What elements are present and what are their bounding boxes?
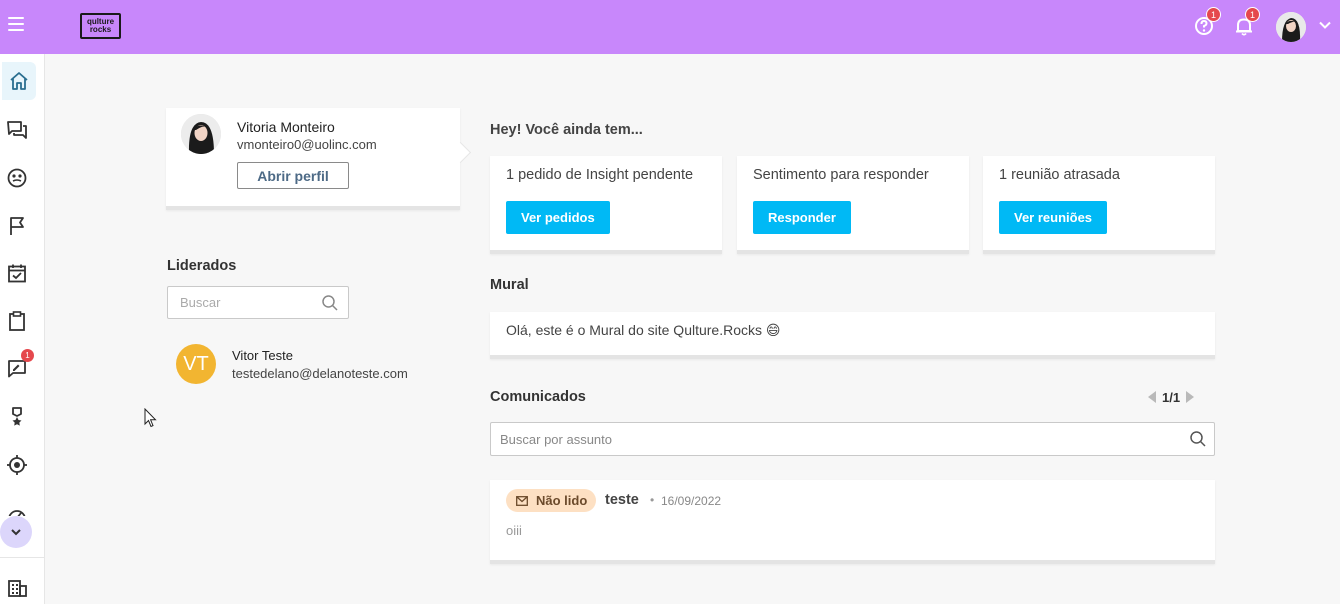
comunicado-item[interactable]: Não lido teste • 16/09/2022 oiii [490,480,1215,564]
liderado-item[interactable]: VT Vitor Teste testedelano@delanoteste.c… [176,344,436,384]
sidebar-item-company[interactable] [0,568,34,604]
unread-badge: Não lido [506,489,597,512]
view-requests-button[interactable]: Ver pedidos [506,201,610,234]
top-bar: qulture rocks 1 1 [0,0,1340,54]
feedback-icon [7,168,27,188]
search-icon[interactable] [1189,430,1207,448]
gauge-icon [8,510,26,516]
comunicados-title: Comunicados [490,389,586,405]
member-email: testedelano@delanoteste.com [232,366,408,381]
comunicado-date: 16/09/2022 [661,494,722,508]
user-menu-chevron[interactable] [1318,18,1332,32]
mural-text: Olá, este é o Mural do site Qulture.Rock… [506,322,781,338]
liderados-title: Liderados [167,258,237,274]
pending-text: Sentimento para responder [753,167,929,183]
sidebar: 1 [0,54,45,604]
pending-card-sentiment: Sentimento para responder Responder [737,156,969,254]
separator-dot: • [650,493,655,507]
mural-title: Mural [490,277,529,293]
pending-card-meeting: 1 reunião atrasada Ver reuniões [983,156,1215,254]
menu-icon[interactable] [8,17,24,31]
profile-email: vmonteiro0@uolinc.com [237,137,377,152]
chevron-down-icon [11,529,21,536]
clipboard-icon [9,311,25,331]
profile-avatar [181,114,221,154]
next-page-icon[interactable] [1186,391,1195,403]
calendar-check-icon [8,264,26,283]
unread-label: Não lido [536,493,588,508]
pending-title: Hey! Você ainda tem... [490,122,643,138]
profile-card: Vitoria Monteiro vmonteiro0@uolinc.com A… [166,108,460,210]
notifications-button[interactable]: 1 [1233,7,1260,37]
mouse-cursor-icon [144,408,157,428]
sidebar-item-reviews[interactable]: 1 [0,349,34,387]
comunicados-search-input[interactable] [491,423,1171,455]
view-meetings-button[interactable]: Ver reuniões [999,201,1108,234]
sidebar-item-conversations[interactable] [0,111,34,149]
logo-line2: rocks [89,25,112,34]
member-name: Vitor Teste [232,348,293,363]
sidebar-item-feedback[interactable] [0,159,34,197]
mural-card: Olá, este é o Mural do site Qulture.Rock… [490,312,1215,359]
home-icon [10,72,28,90]
target-icon [7,455,27,475]
qulture-rocks-logo[interactable]: qulture rocks [80,13,121,39]
page-indicator: 1/1 [1162,389,1181,405]
help-badge: 1 [1206,7,1221,22]
member-avatar: VT [176,344,216,384]
pending-text: 1 reunião atrasada [999,167,1120,183]
open-profile-button[interactable]: Abrir perfil [237,162,349,189]
comunicado-title: teste [605,492,639,508]
liderados-search-input[interactable] [168,287,308,318]
sidebar-divider [0,557,44,558]
pending-card-insight: 1 pedido de Insight pendente Ver pedidos [490,156,722,254]
sidebar-item-home[interactable] [2,62,36,100]
sidebar-item-surveys[interactable] [0,302,34,340]
flag-icon [10,217,24,235]
profile-photo-icon [181,114,221,154]
chat-icon [7,121,27,139]
sidebar-more-button[interactable] [0,516,32,548]
respond-button[interactable]: Responder [753,201,851,234]
mail-icon [516,495,528,506]
reviews-badge: 1 [21,349,34,362]
chevron-down-icon [1319,21,1331,29]
search-icon[interactable] [321,294,339,312]
prev-page-icon[interactable] [1148,391,1156,403]
user-avatar[interactable] [1276,12,1306,42]
notifications-badge: 1 [1245,7,1260,22]
sidebar-item-okrs[interactable] [0,446,34,484]
liderados-search [167,286,349,319]
sidebar-item-recognition[interactable] [0,398,34,436]
comunicados-search [490,422,1215,456]
sidebar-item-meetings[interactable] [0,254,34,292]
comunicados-pager: 1/1 [1148,389,1195,405]
comunicado-body: oiii [506,523,522,538]
award-icon [12,407,22,426]
building-icon [8,580,27,597]
help-button[interactable]: 1 [1194,7,1221,37]
user-photo-icon [1276,12,1306,42]
pending-text: 1 pedido de Insight pendente [506,167,694,183]
sidebar-item-goals[interactable] [0,207,34,245]
sidebar-item-performance[interactable] [0,494,34,516]
profile-name: Vitoria Monteiro [237,119,335,135]
